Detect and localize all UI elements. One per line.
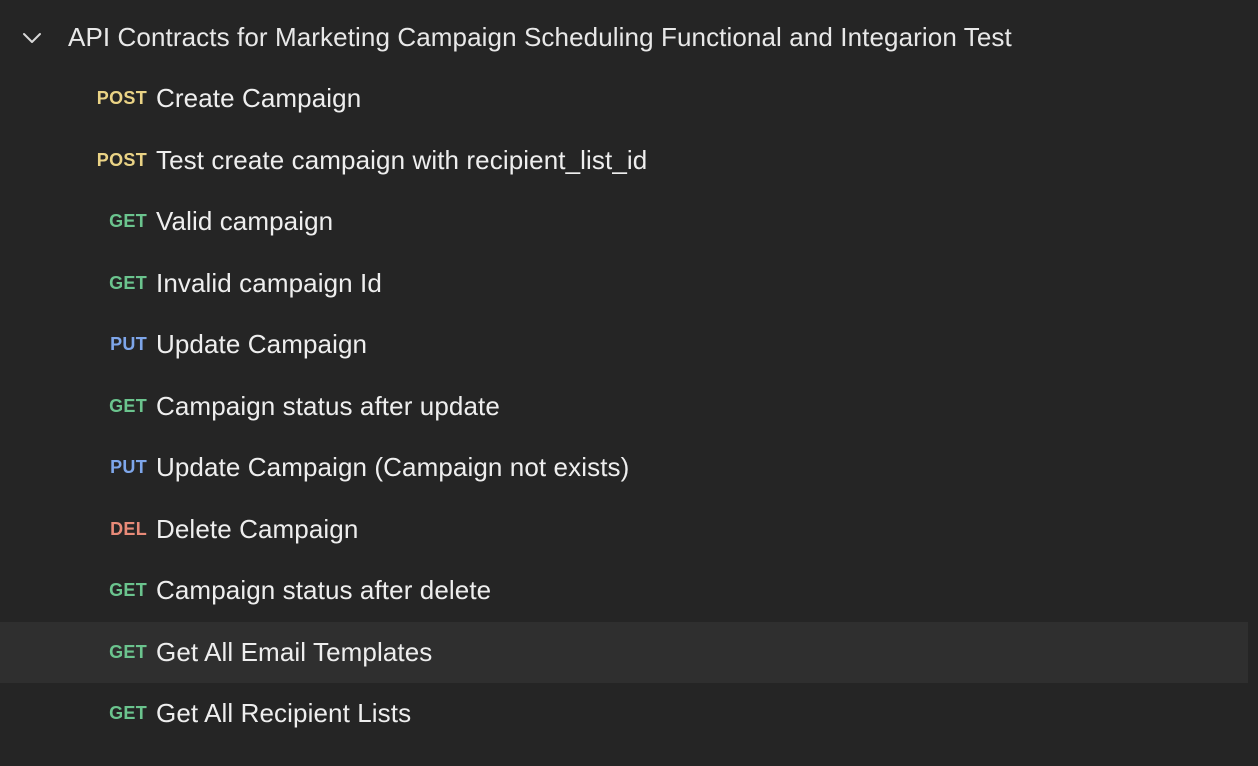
folder-title: API Contracts for Marketing Campaign Sch… <box>68 22 1012 52</box>
method-badge: POST <box>96 88 147 108</box>
method-badge: GET <box>109 211 147 231</box>
request-item[interactable]: GET Campaign status after update <box>0 376 1248 438</box>
method-badge: GET <box>109 395 147 416</box>
request-name: Update Campaign (Campaign not exists) <box>156 452 630 482</box>
request-name: Get All Email Templates <box>156 636 433 667</box>
request-name: Test create campaign with recipient_list… <box>156 144 648 175</box>
request-item[interactable]: POST Create Campaign <box>0 68 1248 130</box>
method-badge: GET <box>109 580 147 600</box>
method-badge: POST <box>96 149 147 170</box>
request-item[interactable]: GET Campaign status after delete <box>0 560 1248 622</box>
method-badge: PUT <box>110 334 147 354</box>
request-name: Invalid campaign Id <box>156 267 382 298</box>
request-name: Get All Recipient Lists <box>156 698 412 728</box>
method-badge: DEL <box>110 518 147 539</box>
chevron-down-icon[interactable] <box>22 28 42 48</box>
request-item[interactable]: DEL Delete Campaign <box>0 499 1248 561</box>
request-item-hovered[interactable]: GET Get All Email Templates <box>0 621 1248 683</box>
method-badge: GET <box>109 641 147 662</box>
request-name: Valid campaign <box>156 206 334 236</box>
method-badge: PUT <box>110 457 147 477</box>
request-name: Campaign status after delete <box>156 575 492 605</box>
request-item[interactable]: PUT Update Campaign (Campaign not exists… <box>0 437 1248 499</box>
method-badge: GET <box>109 703 147 723</box>
request-item[interactable]: GET Invalid campaign Id <box>0 253 1248 315</box>
request-name: Delete Campaign <box>156 513 359 544</box>
folder-row[interactable]: API Contracts for Marketing Campaign Sch… <box>0 6 1248 68</box>
request-item[interactable]: POST Test create campaign with recipient… <box>0 130 1248 192</box>
request-item[interactable]: PUT Update Campaign <box>0 314 1248 376</box>
request-item[interactable]: GET Get All Recipient Lists <box>0 683 1248 745</box>
request-item[interactable]: GET Valid campaign <box>0 191 1248 253</box>
request-name: Create Campaign <box>156 83 362 113</box>
request-list: POST Create Campaign POST Test create ca… <box>0 68 1248 745</box>
collection-sidebar: API Contracts for Marketing Campaign Sch… <box>0 0 1258 766</box>
method-badge: GET <box>109 272 147 293</box>
request-name: Update Campaign <box>156 329 368 359</box>
request-name: Campaign status after update <box>156 390 500 421</box>
